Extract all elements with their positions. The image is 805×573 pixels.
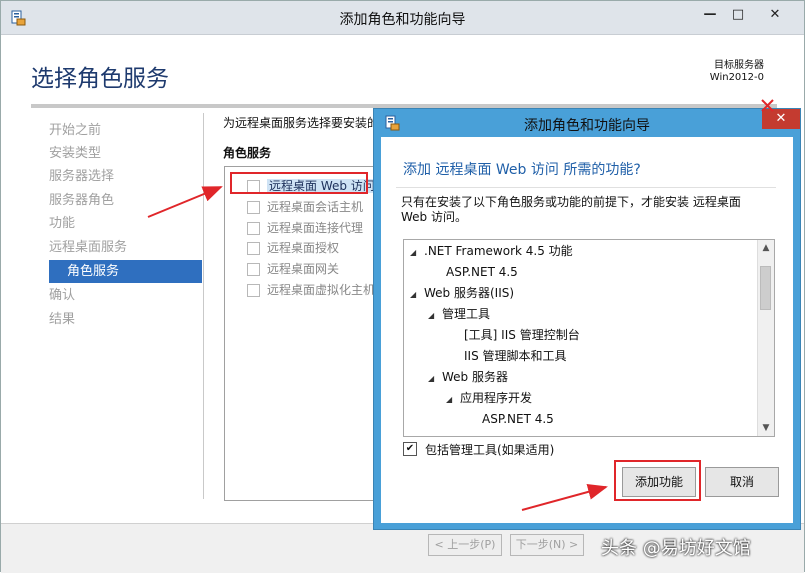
expand-triangle-icon[interactable]: ◢ <box>428 369 442 389</box>
tree-item-web-server-iis[interactable]: ◢ Web 服务器(IIS) <box>410 283 514 303</box>
role-checkbox[interactable] <box>247 242 260 255</box>
required-features-tree[interactable]: ◢ .NET Framework 4.5 功能 ASP.NET 4.5 ◢ Web … <box>403 239 775 437</box>
include-tools-checkbox[interactable]: ✔ <box>403 442 417 456</box>
tree-item-management-tools[interactable]: ◢ 管理工具 <box>428 304 490 324</box>
highlight-box-rd-web-access <box>230 172 368 194</box>
nav-item-installation-type[interactable]: 安装类型 <box>49 142 202 165</box>
main-titlebar[interactable]: 添加角色和功能向导 — □ ✕ <box>1 1 804 35</box>
include-tools-label: 包括管理工具(如果适用) <box>425 443 555 457</box>
nav-item-results[interactable]: 结果 <box>49 308 202 331</box>
role-item-label: 远程桌面连接代理 <box>267 221 364 235</box>
role-services-label: 角色服务 <box>223 146 272 160</box>
tree-item-web-server[interactable]: ◢ Web 服务器 <box>428 367 508 387</box>
role-item-label: 远程桌面授权 <box>267 241 340 255</box>
nav-item-server-selection[interactable]: 服务器选择 <box>49 165 202 188</box>
dialog-close-button[interactable]: ✕ <box>762 109 800 129</box>
role-item-rd-gateway[interactable]: 远程桌面网关 <box>247 260 340 278</box>
role-services-description: 为远程桌面服务选择要安装的 <box>223 116 380 130</box>
close-button[interactable]: ✕ <box>755 6 795 24</box>
role-services-list: 远程桌面 Web 访问 远程桌面会话主机 远程桌面连接代理 远程桌面授权 远程桌… <box>224 166 381 501</box>
dialog-info-text: 只有在安装了以下角色服务或功能的前提下，才能安装 远程桌面 Web 访问。 <box>401 195 741 224</box>
tree-item-net-framework[interactable]: ◢ .NET Framework 4.5 功能 <box>410 241 573 261</box>
expand-triangle-icon[interactable]: ◢ <box>428 306 442 326</box>
tree-item-label: ASP.NET 4.5 <box>482 412 554 426</box>
dialog-question: 添加 远程桌面 Web 访问 所需的功能? <box>403 162 641 178</box>
tree-item-label: .NET Framework 4.5 功能 <box>424 244 573 258</box>
expand-triangle-icon[interactable]: ◢ <box>410 285 424 305</box>
nav-item-remote-desktop-services[interactable]: 远程桌面服务 <box>49 236 202 259</box>
cancel-button[interactable]: 取消 <box>705 467 779 497</box>
tree-item-label: Web 服务器(IIS) <box>424 286 515 300</box>
highlight-box-add-features <box>614 460 701 501</box>
destination-server-value: Win2012-0 <box>709 72 764 83</box>
nav-item-server-roles[interactable]: 服务器角色 <box>49 189 202 212</box>
nav-item-features[interactable]: 功能 <box>49 212 202 235</box>
role-item-rd-connection-broker[interactable]: 远程桌面连接代理 <box>247 219 364 237</box>
role-item-label: 远程桌面会话主机 <box>267 200 364 214</box>
dialog-body: 添加 远程桌面 Web 访问 所需的功能? 只有在安装了以下角色服务或功能的前提… <box>381 137 793 523</box>
dialog-titlebar[interactable]: 添加角色和功能向导 ✕ <box>374 109 800 137</box>
watermark-text: 头条 @易坊好文馆 <box>601 538 751 559</box>
role-item-label: 远程桌面虚拟化主机 <box>267 283 376 297</box>
previous-button[interactable]: < 上一步(P) <box>428 534 502 556</box>
maximize-button[interactable]: □ <box>725 6 751 24</box>
role-item-label: 远程桌面网关 <box>267 262 340 276</box>
dialog-separator <box>396 187 776 188</box>
tree-item-label: [工具] IIS 管理控制台 <box>464 328 580 342</box>
tree-item-aspnet-45[interactable]: ASP.NET 4.5 <box>482 409 554 429</box>
tree-item-label: IIS 管理脚本和工具 <box>464 349 567 363</box>
expand-triangle-icon[interactable]: ◢ <box>410 243 424 263</box>
tree-item-label: 应用程序开发 <box>460 391 533 405</box>
tree-item-iis-scripts[interactable]: IIS 管理脚本和工具 <box>464 346 567 366</box>
role-checkbox[interactable] <box>247 222 260 235</box>
scroll-thumb[interactable] <box>760 266 771 310</box>
tree-item-label: Web 服务器 <box>442 370 508 384</box>
tree-item-label: 管理工具 <box>442 307 491 321</box>
scroll-up-icon[interactable]: ▲ <box>758 240 774 256</box>
nav-divider <box>203 113 204 499</box>
nav-item-confirmation[interactable]: 确认 <box>49 284 202 307</box>
nav-item-before-you-begin[interactable]: 开始之前 <box>49 119 202 142</box>
tree-scrollbar[interactable]: ▲ ▼ <box>757 240 774 436</box>
role-checkbox[interactable] <box>247 263 260 276</box>
nav-item-role-services[interactable]: 角色服务 <box>49 260 202 283</box>
minimize-button[interactable]: — <box>697 6 723 24</box>
scroll-down-icon[interactable]: ▼ <box>758 420 774 436</box>
role-checkbox[interactable] <box>247 201 260 214</box>
role-checkbox[interactable] <box>247 284 260 297</box>
tree-item-aspnet[interactable]: ASP.NET 4.5 <box>446 262 518 282</box>
expand-triangle-icon[interactable]: ◢ <box>446 390 460 410</box>
tree-item-label: ASP.NET 4.5 <box>446 265 518 279</box>
page-title: 选择角色服务 <box>31 66 169 92</box>
tree-item-app-development[interactable]: ◢ 应用程序开发 <box>446 388 532 408</box>
destination-server-label: 目标服务器 <box>714 60 764 71</box>
tree-item-iis-console[interactable]: [工具] IIS 管理控制台 <box>464 325 580 345</box>
role-item-rd-virtualization-host[interactable]: 远程桌面虚拟化主机 <box>247 281 376 299</box>
role-item-rd-session-host[interactable]: 远程桌面会话主机 <box>247 198 364 216</box>
next-button[interactable]: 下一步(N) > <box>510 534 584 556</box>
role-item-rd-licensing[interactable]: 远程桌面授权 <box>247 239 340 257</box>
dialog-title: 添加角色和功能向导 <box>524 118 650 134</box>
required-features-dialog: 添加角色和功能向导 ✕ 添加 远程桌面 Web 访问 所需的功能? 只有在安装了… <box>373 108 801 530</box>
window-title: 添加角色和功能向导 <box>339 12 466 28</box>
